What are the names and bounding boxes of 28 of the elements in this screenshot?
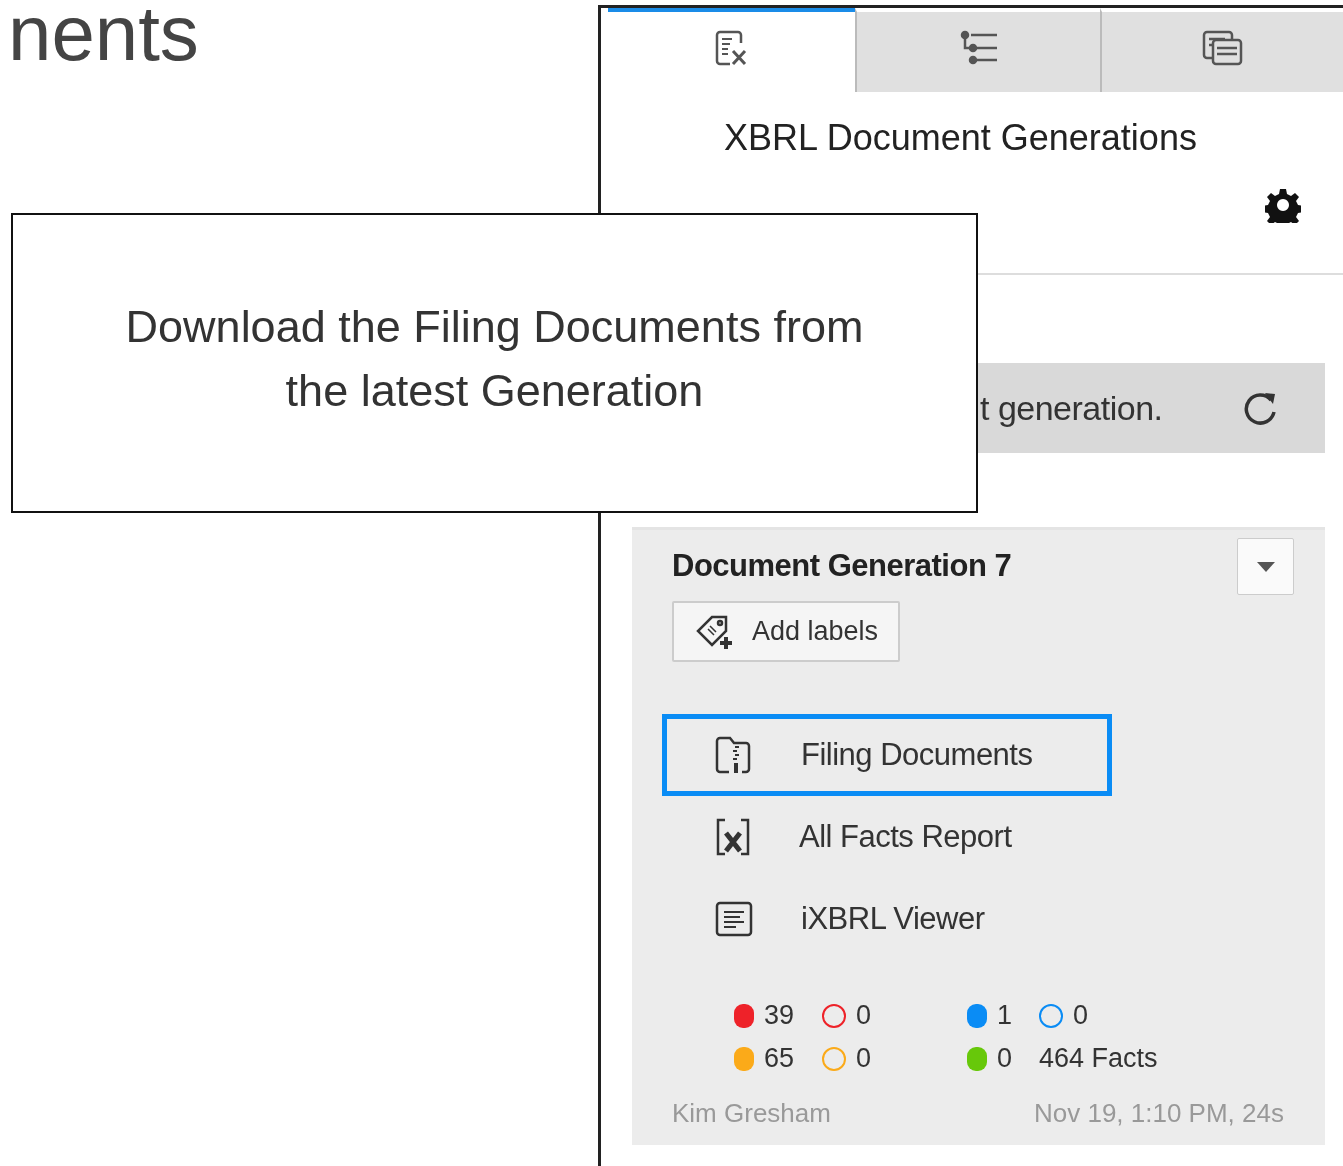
refresh-icon[interactable]	[1243, 390, 1279, 426]
timestamp: Nov 19, 1:10 PM, 24s	[1033, 1098, 1284, 1129]
document-link[interactable]: All Facts Report	[662, 796, 1112, 878]
generation-title: Document Generation 7	[672, 548, 1012, 584]
settings-icon[interactable]	[1265, 187, 1301, 223]
count: 0	[1073, 1000, 1089, 1031]
add-labels-button[interactable]: Add labels	[672, 601, 901, 662]
author-name: Kim Gresham	[672, 1098, 831, 1129]
callout-box: Download the Filing Documents from the latest Generation	[11, 213, 978, 513]
document-link[interactable]: Filing Documents	[662, 714, 1112, 796]
count: 1	[997, 1000, 1013, 1031]
stacked-documents-icon	[1201, 30, 1244, 66]
facts-count: 464 Facts	[1039, 1043, 1158, 1074]
count: 0	[997, 1043, 1013, 1074]
outline-icon	[958, 30, 999, 66]
document-link[interactable]: iXBRL Viewer	[662, 878, 1112, 960]
count: 65	[764, 1043, 795, 1074]
document-x-icon	[715, 817, 751, 857]
notice-text: t generation.	[980, 388, 1163, 428]
count: 0	[856, 1043, 872, 1074]
caret-icon	[1256, 561, 1275, 572]
panel-title: XBRL Document Generations	[724, 117, 1198, 159]
text-document-icon	[715, 900, 753, 938]
count: 0	[856, 1000, 872, 1031]
dropdown-button[interactable]	[1237, 538, 1294, 595]
page-heading: nents	[8, 0, 199, 72]
count: 39	[764, 1000, 795, 1031]
zipped-folder-icon	[715, 735, 753, 775]
